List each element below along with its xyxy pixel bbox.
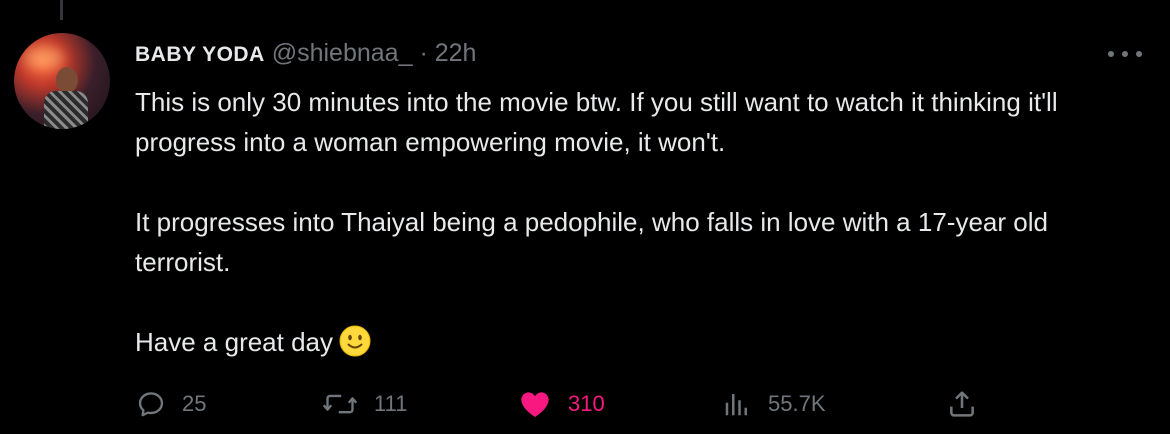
heart-icon bbox=[518, 389, 552, 419]
avatar[interactable] bbox=[14, 33, 110, 129]
tweet-paragraph-last: Have a great day bbox=[135, 322, 1115, 368]
retweet-icon bbox=[322, 389, 358, 419]
tweet-header: BABY YODA @shiebnaa_ · 22h bbox=[135, 38, 476, 70]
tweet-actions-bar: 25 111 310 55.7K bbox=[0, 384, 1170, 424]
share-button[interactable] bbox=[946, 384, 978, 424]
slightly-smiling-face-emoji-icon bbox=[339, 325, 371, 368]
avatar-figure-head bbox=[56, 67, 78, 93]
more-options-button[interactable] bbox=[1108, 44, 1142, 64]
tweet-timestamp[interactable]: 22h bbox=[435, 39, 477, 67]
author-handle[interactable]: @shiebnaa_ bbox=[272, 39, 413, 67]
author-display-name[interactable]: BABY YODA bbox=[135, 43, 265, 66]
share-icon bbox=[946, 388, 978, 420]
tweet-paragraph: This is only 30 minutes into the movie b… bbox=[135, 87, 1058, 157]
tweet-paragraph-text: Have a great day bbox=[135, 327, 334, 357]
tweet-text: This is only 30 minutes into the movie b… bbox=[135, 82, 1115, 368]
tweet-paragraph: It progresses into Thaiyal being a pedop… bbox=[135, 207, 1048, 277]
views-button[interactable]: 55.7K bbox=[722, 384, 826, 424]
retweet-count: 111 bbox=[374, 391, 408, 416]
views-count: 55.7K bbox=[768, 391, 826, 416]
more-icon bbox=[1108, 51, 1114, 57]
like-count: 310 bbox=[568, 391, 605, 416]
views-icon bbox=[722, 389, 752, 419]
reply-icon bbox=[136, 389, 166, 419]
reply-button[interactable]: 25 bbox=[136, 384, 206, 424]
avatar-figure-body bbox=[44, 91, 88, 129]
avatar-background-light bbox=[24, 47, 64, 69]
reply-count: 25 bbox=[182, 391, 207, 416]
header-separator: · bbox=[419, 39, 428, 67]
retweet-button[interactable]: 111 bbox=[322, 384, 407, 424]
thread-connector-line bbox=[60, 0, 63, 20]
like-button[interactable]: 310 bbox=[518, 384, 605, 424]
